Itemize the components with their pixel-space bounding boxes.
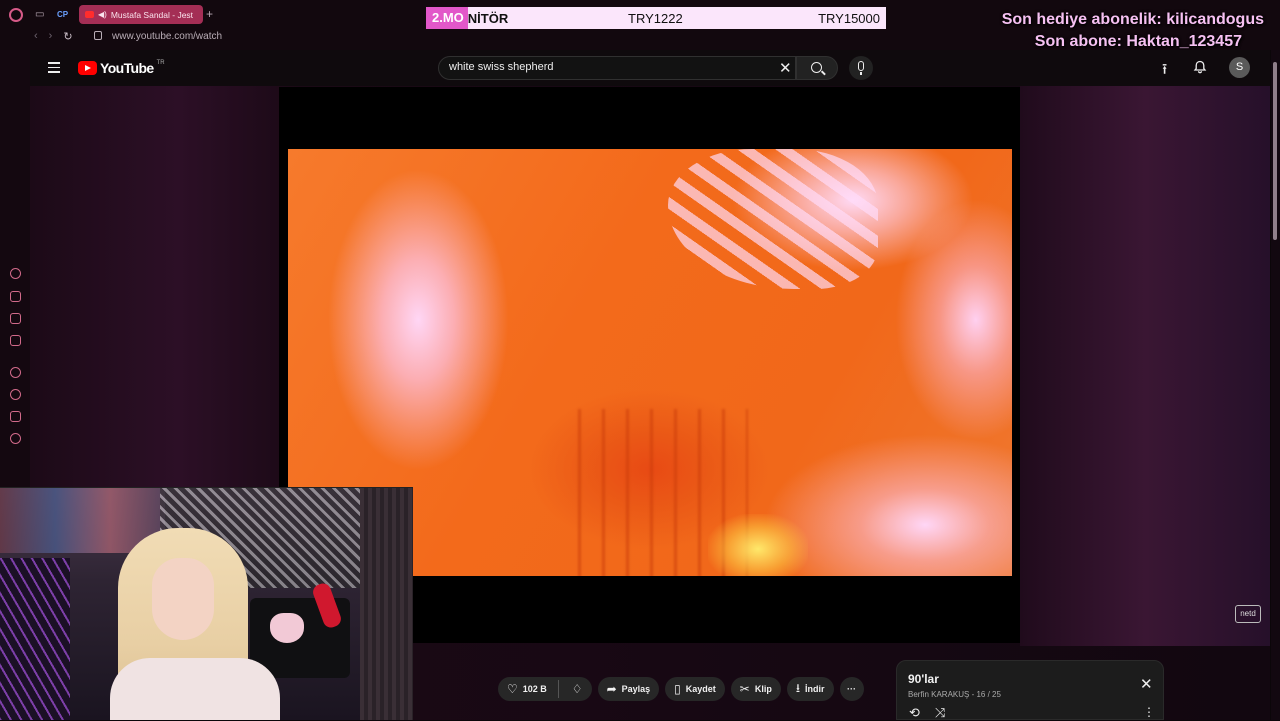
forward-icon[interactable]: › [49,30,53,43]
like-divider [557,680,559,698]
sidebar-ai-icon[interactable] [10,268,21,279]
donation-amount-current: TRY1222 [628,10,683,26]
clip-button[interactable]: ✂ Klip [730,677,781,701]
close-icon[interactable]: ✕ [1140,675,1153,693]
webcam-streamer-face [152,558,214,640]
sidebar-settings-icon[interactable] [10,433,21,444]
clip-label: Klip [754,684,772,694]
youtube-play-icon [78,61,97,75]
search-icon [811,62,822,73]
microphone-icon [858,61,864,71]
playlist-panel: 90'lar Berfin KARAKUŞ - 16 / 25 ✕ ⟲ ⤨ ⋮ [896,660,1164,720]
last-gift-sub-text: Son hediye abonelik: kilicandogus [1001,11,1264,28]
webcam-chair [0,558,70,720]
search-button[interactable] [796,56,838,80]
video-actions: ♡ 102 B ♢ ➦ Paylaş ▯ Kaydet ✂ Klip ⭳ İnd… [498,677,864,701]
extension-icon[interactable]: CP [57,8,68,22]
shuffle-icon[interactable]: ⤨ [935,705,945,721]
last-sub-text: Son abone: Haktan_123457 [1034,33,1242,50]
save-label: Kaydet [685,684,716,694]
opera-logo-icon[interactable] [9,8,23,22]
sidebar-bag-icon[interactable] [10,291,21,302]
sidebar-messenger-icon[interactable] [10,335,21,346]
netd-watermark: netd [1235,605,1261,623]
donation-amount-goal: TRY15000 [818,10,880,26]
youtube-favicon-icon [85,11,94,18]
webcam-streamer-shirt [110,658,280,720]
account-avatar[interactable]: S [1229,57,1250,78]
notifications-bell-icon[interactable] [1193,60,1207,74]
video-glow [708,514,808,576]
download-label: İndir [805,684,825,694]
share-label: Paylaş [621,684,651,694]
sidebar-history-icon[interactable] [10,389,21,400]
tab-title: Mustafa Sandal - Jest [110,9,194,20]
share-icon: ➦ [606,682,617,696]
video-light-stripes [668,149,878,289]
webcam-cat-mask [270,613,304,643]
nav-buttons: ‹ › ↻ [34,30,73,43]
scissors-icon: ✂ [739,682,750,696]
search-input[interactable]: white swiss shepherd ✕ [438,56,796,80]
youtube-logo[interactable]: YouTube TR [78,60,165,76]
playlist-title[interactable]: 90'lar [908,672,939,686]
streamer-webcam [0,487,413,720]
scrollbar-thumb[interactable] [1273,62,1277,240]
tab-switcher-icon[interactable]: ▭ [35,8,44,22]
playlist-more-icon[interactable]: ⋮ [1143,705,1155,719]
youtube-logo-text: YouTube [100,60,154,76]
clear-search-icon[interactable]: ✕ [779,59,792,77]
browser-tab-active[interactable]: ◀) Mustafa Sandal - Jest [79,5,203,24]
share-button[interactable]: ➦ Paylaş [597,677,660,701]
sidebar-player-icon[interactable] [10,367,21,378]
save-button[interactable]: ▯ Kaydet [665,677,725,701]
playlist-owner-progress: Berfin KARAKUŞ - 16 / 25 [908,690,1001,699]
download-icon: ⭳ [795,680,801,695]
back-icon[interactable]: ‹ [34,30,38,43]
hamburger-menu-icon[interactable] [48,62,60,73]
like-dislike-group: ♡ 102 B ♢ [498,677,592,701]
sidebar-extensions-icon[interactable] [10,411,21,422]
more-actions-button[interactable]: ··· [839,677,864,701]
monitor-label-rest: NİTÖR [467,10,509,26]
search-query[interactable]: white swiss shepherd [449,61,554,73]
voice-search-button[interactable] [849,56,873,80]
download-button[interactable]: ⭳ İndir [786,677,834,701]
dislike-icon[interactable]: ♢ [572,682,592,696]
address-bar[interactable]: www.youtube.com/watch [112,31,222,42]
sidebar-wallet-icon[interactable] [10,313,21,324]
bookmark-icon: ▯ [674,682,681,696]
like-icon[interactable]: ♡ [507,682,518,696]
speaker-icon: ◀) [98,10,107,19]
new-tab-button[interactable]: + [206,7,213,21]
like-count[interactable]: 102 B [523,684,547,694]
country-code: TR [156,60,165,66]
upload-icon[interactable]: ⭱ [1162,59,1167,84]
ambient-glow [1020,86,1270,646]
loop-icon[interactable]: ⟲ [909,705,920,721]
monitor-label-highlight: 2.MO [426,7,468,29]
webcam-curtain [360,488,413,720]
reload-icon[interactable]: ↻ [63,30,72,43]
lock-icon [94,31,102,40]
monitor-donation-bar: 2.MO NİTÖR TRY1222 TRY15000 [426,7,886,29]
